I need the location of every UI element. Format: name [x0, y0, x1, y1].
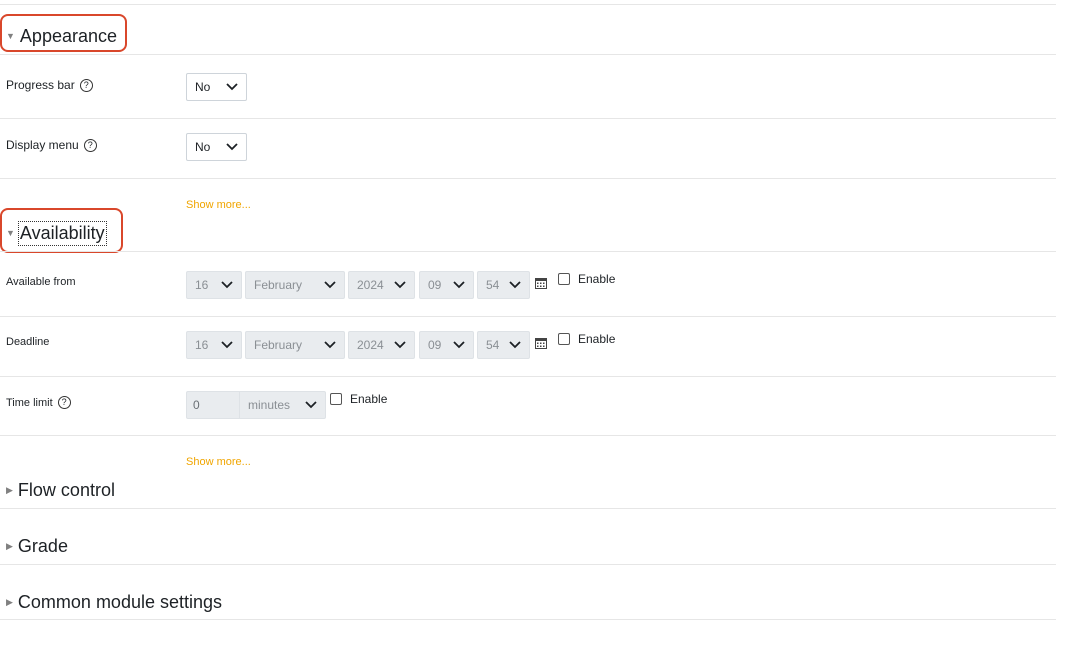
section-grade-header[interactable]: ▶ Grade — [6, 536, 68, 557]
available-from-year-select[interactable]: 2024 — [348, 271, 415, 299]
available-from-month-value: February — [254, 278, 303, 292]
chevron-down-icon — [324, 340, 336, 350]
divider — [0, 251, 1056, 252]
chevron-down-icon — [394, 280, 406, 290]
triangle-right-icon: ▶ — [6, 597, 13, 607]
deadline-hour-select[interactable]: 09 — [419, 331, 474, 359]
show-more-link-appearance[interactable]: Show more... — [186, 199, 251, 211]
help-icon[interactable]: ? — [79, 78, 93, 92]
calendar-icon[interactable] — [535, 336, 547, 349]
section-common-module-header[interactable]: ▶ Common module settings — [6, 592, 222, 613]
deadline-year-value: 2024 — [357, 338, 384, 352]
show-more-link-availability[interactable]: Show more... — [186, 456, 251, 468]
available-from-minute-value: 54 — [486, 278, 500, 292]
chevron-down-icon — [221, 280, 233, 290]
chevron-down-icon — [221, 340, 233, 350]
calendar-icon[interactable] — [535, 276, 547, 289]
deadline-day-value: 16 — [195, 338, 209, 352]
progress-bar-select[interactable]: No — [186, 73, 247, 101]
highlight-box-availability — [0, 208, 123, 253]
deadline-hour-value: 09 — [428, 338, 442, 352]
available-from-label-text: Available from — [6, 276, 76, 288]
available-from-enable-checkbox[interactable] — [558, 273, 570, 285]
triangle-right-icon: ▶ — [6, 485, 13, 495]
deadline-month-value: February — [254, 338, 303, 352]
progress-bar-label-text: Progress bar — [6, 78, 75, 92]
highlight-box-appearance — [0, 14, 127, 52]
deadline-day-select[interactable]: 16 — [186, 331, 242, 359]
display-menu-select[interactable]: No — [186, 133, 247, 161]
progress-bar-label: Progress bar ? — [6, 78, 93, 92]
time-limit-unit-value: minutes — [248, 398, 291, 412]
available-from-hour-value: 09 — [428, 278, 442, 292]
deadline-minute-value: 54 — [486, 338, 500, 352]
chevron-down-icon — [453, 280, 465, 290]
divider — [0, 619, 1056, 620]
divider — [0, 376, 1056, 377]
deadline-enable-label: Enable — [578, 332, 616, 346]
deadline-label: Deadline — [6, 336, 49, 348]
chevron-down-icon — [453, 340, 465, 350]
divider — [0, 4, 1056, 5]
section-flow-control-title: Flow control — [17, 480, 115, 500]
divider — [0, 178, 1056, 179]
available-from-day-value: 16 — [195, 278, 209, 292]
deadline-year-select[interactable]: 2024 — [348, 331, 415, 359]
deadline-enable[interactable]: Enable — [558, 332, 615, 346]
chevron-down-icon — [509, 280, 521, 290]
available-from-minute-select[interactable]: 54 — [477, 271, 530, 299]
time-limit-enable-label: Enable — [350, 392, 388, 406]
divider — [0, 316, 1056, 317]
time-limit-value: 0 — [193, 398, 200, 412]
triangle-right-icon: ▶ — [6, 541, 13, 551]
divider — [0, 508, 1056, 509]
available-from-enable[interactable]: Enable — [558, 272, 615, 286]
chevron-down-icon — [226, 142, 238, 152]
deadline-label-text: Deadline — [6, 336, 50, 348]
available-from-day-select[interactable]: 16 — [186, 271, 242, 299]
time-limit-enable-checkbox[interactable] — [330, 393, 342, 405]
display-menu-label-text: Display menu — [6, 138, 79, 152]
display-menu-value: No — [195, 140, 211, 154]
time-limit-label: Time limit ? — [6, 396, 71, 409]
chevron-down-icon — [394, 340, 406, 350]
chevron-down-icon — [509, 340, 521, 350]
divider — [0, 54, 1056, 55]
chevron-down-icon — [226, 82, 238, 92]
section-grade-title: Grade — [17, 536, 68, 556]
help-icon[interactable]: ? — [57, 396, 71, 409]
divider — [0, 564, 1056, 565]
available-from-enable-label: Enable — [578, 272, 616, 286]
time-limit-input[interactable]: 0 — [186, 391, 240, 419]
deadline-minute-select[interactable]: 54 — [477, 331, 530, 359]
available-from-hour-select[interactable]: 09 — [419, 271, 474, 299]
time-limit-label-text: Time limit — [6, 396, 53, 409]
time-limit-enable[interactable]: Enable — [330, 392, 387, 406]
help-icon[interactable]: ? — [83, 138, 97, 152]
available-from-label: Available from — [6, 276, 76, 288]
display-menu-label: Display menu ? — [6, 138, 97, 152]
available-from-year-value: 2024 — [357, 278, 384, 292]
section-flow-control-header[interactable]: ▶ Flow control — [6, 480, 115, 501]
deadline-enable-checkbox[interactable] — [558, 333, 570, 345]
progress-bar-value: No — [195, 80, 211, 94]
divider — [0, 118, 1056, 119]
deadline-month-select[interactable]: February — [245, 331, 345, 359]
available-from-month-select[interactable]: February — [245, 271, 345, 299]
chevron-down-icon — [324, 280, 336, 290]
time-limit-unit-select[interactable]: minutes — [239, 391, 326, 419]
chevron-down-icon — [305, 400, 317, 410]
divider — [0, 435, 1056, 436]
section-common-module-title: Common module settings — [17, 592, 223, 612]
